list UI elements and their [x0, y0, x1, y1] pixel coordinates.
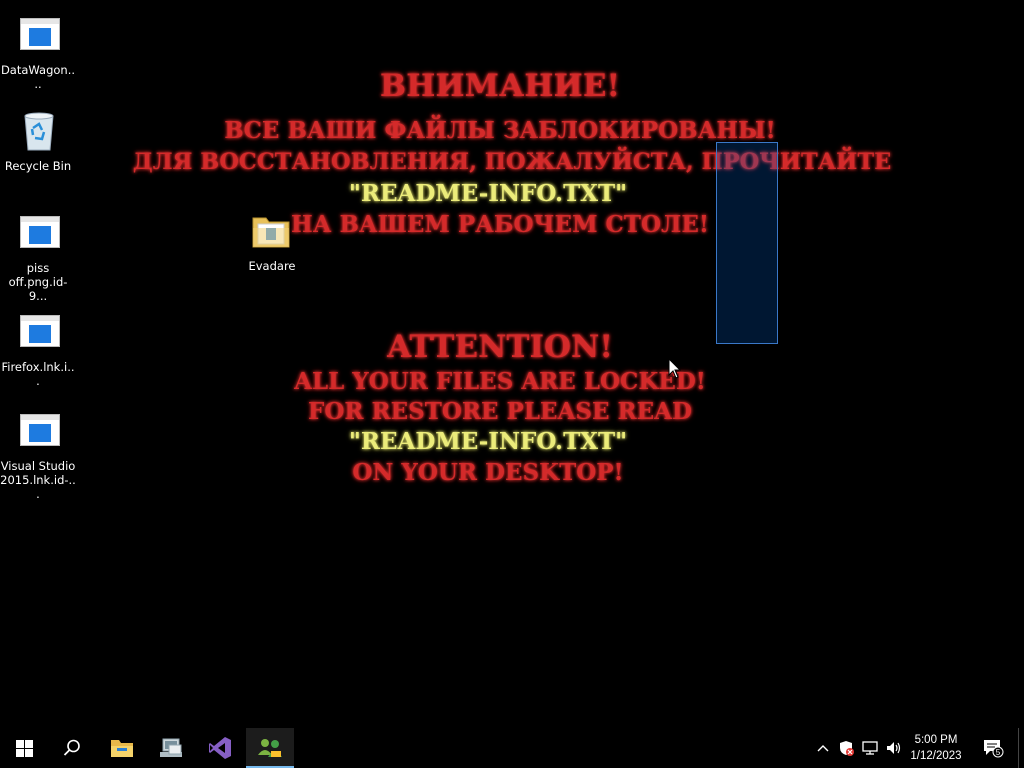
notification-icon: 5: [984, 740, 1004, 758]
desktop-icon-label: Evadare: [248, 259, 296, 273]
security-alert-icon: [840, 741, 854, 756]
ransom-line-ru-1: ВСЕ ВАШИ ФАЙЛЫ ЗАБЛОКИРОВАНЫ!: [224, 117, 776, 144]
action-center-button[interactable]: 5: [978, 728, 1008, 768]
notification-count: 5: [996, 748, 1001, 757]
search-icon: [63, 739, 80, 756]
security-tray-button[interactable]: [835, 728, 857, 768]
show-hidden-icons-button[interactable]: [812, 728, 834, 768]
selection-rectangle: [716, 142, 778, 344]
visual-studio-button[interactable]: [196, 728, 244, 768]
taskbar-clock[interactable]: 5:00 PM 1/12/2023: [904, 732, 968, 764]
chevron-up-icon: [817, 745, 829, 752]
ransom-line-en-2: FOR RESTORE PLEASE READ: [308, 398, 692, 425]
taskbar: 5:00 PM 1/12/2023 5: [0, 728, 1024, 768]
visual-studio-icon: [209, 737, 231, 759]
show-desktop-button[interactable]: [1018, 728, 1024, 768]
users-icon: [258, 739, 282, 757]
start-button[interactable]: [0, 728, 48, 768]
shortcut-file-icon: [14, 12, 62, 60]
users-app-button[interactable]: [246, 728, 294, 768]
ransom-line-en-3: ON YOUR DESKTOP!: [352, 459, 624, 486]
clock-time: 5:00 PM: [914, 734, 958, 746]
search-button[interactable]: [48, 728, 96, 768]
volume-tray-button[interactable]: [883, 728, 905, 768]
network-manager-icon: [160, 738, 182, 757]
network-tray-button[interactable]: [859, 728, 881, 768]
ransom-title-ru: ВНИМАНИЕ!: [379, 68, 621, 104]
ransom-line-ru-2: ДЛЯ ВОССТАНОВЛЕНИЯ, ПОЖАЛУЙСТА, ПРОЧИТАЙ…: [132, 149, 892, 175]
volume-icon: [887, 742, 901, 754]
ransom-title-en: ATTENTION!: [387, 329, 613, 365]
desktop-icon-label: piss off.png.id-9...: [8, 261, 68, 303]
clock-date: 1/12/2023: [910, 750, 962, 762]
file-explorer-button[interactable]: [98, 728, 146, 768]
ransom-line-en-1: ALL YOUR FILES ARE LOCKED!: [294, 368, 706, 395]
mouse-cursor-icon: [668, 358, 682, 379]
network-manager-button[interactable]: [147, 728, 195, 768]
network-icon: [862, 741, 878, 755]
file-explorer-icon: [111, 740, 133, 757]
ransom-filename-ru: "README-INFO.TXT": [348, 180, 628, 207]
windows-start-icon: [15, 739, 33, 757]
ransom-filename-en: "README-INFO.TXT": [348, 428, 628, 455]
ransom-line-ru-3: НА ВАШЕМ РАБОЧЕМ СТОЛЕ!: [291, 211, 709, 238]
